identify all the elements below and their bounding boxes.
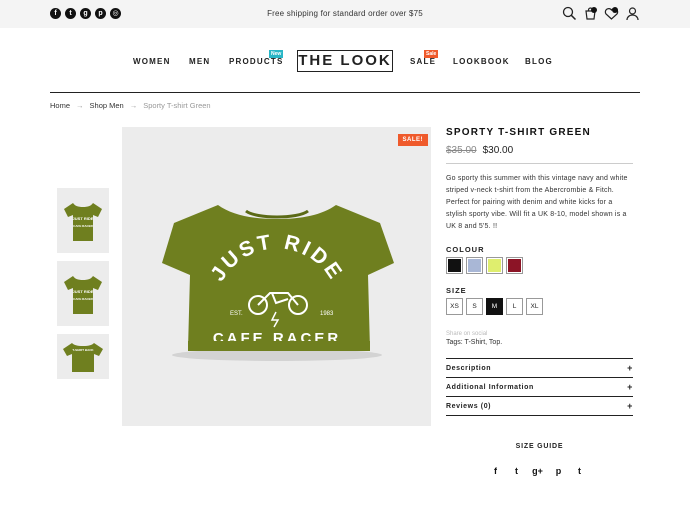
product-thumbnails: JUST RIDE CAFE RACER JUST RIDE CAFE RACE…	[57, 188, 109, 379]
colour-swatches	[446, 257, 633, 274]
size-xl[interactable]: XL	[526, 298, 543, 315]
breadcrumb: Home → Shop Men → Sporty T-shirt Green	[50, 101, 211, 110]
search-icon[interactable]	[562, 6, 577, 21]
thumbnail-folded[interactable]: JUST RIDE CAFE RACER	[57, 261, 109, 326]
faded-text: Share on social	[446, 331, 488, 337]
accordion-label: Description	[446, 364, 492, 372]
thumbnail-back[interactable]: T-SHIRT BACK	[57, 334, 109, 379]
cart-icon[interactable]	[583, 6, 598, 21]
colour-label: COLOUR	[446, 245, 485, 254]
product-main-image[interactable]: JUST RIDE EST. 1983 CAFE RACER SALE!	[122, 127, 431, 426]
svg-text:T-SHIRT BACK: T-SHIRT BACK	[72, 348, 94, 352]
plus-icon: +	[627, 363, 633, 373]
tshirt-image: JUST RIDE EST. 1983 CAFE RACER	[162, 205, 394, 361]
size-xs[interactable]: XS	[446, 298, 463, 315]
tshirt-front-image: JUST RIDE CAFE RACER	[64, 202, 102, 241]
sale-badge: SALE!	[397, 134, 428, 146]
accordion: Description + Additional Information + R…	[446, 358, 633, 416]
thumbnail-front[interactable]: JUST RIDE CAFE RACER	[57, 188, 109, 253]
nav-sale-label: SALE	[410, 57, 437, 66]
accordion-reviews[interactable]: Reviews (0) +	[446, 397, 633, 416]
plus-icon: +	[627, 401, 633, 411]
arrow-right-icon: →	[76, 101, 84, 110]
colour-swatch-black[interactable]	[446, 257, 463, 274]
size-options: XS S M L XL	[446, 298, 633, 315]
facebook-icon[interactable]: f	[490, 466, 501, 476]
svg-text:CAFE RACER: CAFE RACER	[73, 224, 94, 228]
price-block: $35.00 $30.00	[446, 145, 633, 156]
nav-blog[interactable]: BLOG	[525, 57, 553, 66]
pinterest-icon[interactable]: p	[553, 466, 564, 476]
breadcrumb-current: Sporty T-shirt Green	[143, 101, 211, 110]
plus-icon: +	[627, 382, 633, 392]
arrow-right-icon: →	[129, 101, 138, 110]
new-badge: New	[269, 50, 284, 58]
accordion-additional-information[interactable]: Additional Information +	[446, 378, 633, 397]
size-l[interactable]: L	[506, 298, 523, 315]
divider	[446, 163, 633, 164]
site-logo[interactable]: THE LOOK	[297, 50, 393, 72]
tshirt-folded-image: JUST RIDE CAFE RACER	[64, 275, 102, 314]
user-icon[interactable]	[625, 6, 640, 21]
nav-women[interactable]: WOMEN	[133, 57, 171, 66]
svg-text:1983: 1983	[320, 311, 334, 317]
colour-swatch-yellow[interactable]	[486, 257, 503, 274]
product-tags: Tags: T-Shirt, Top.	[446, 339, 503, 346]
nav-products[interactable]: PRODUCTS New	[229, 50, 284, 66]
svg-text:EST.: EST.	[230, 311, 243, 317]
size-s[interactable]: S	[466, 298, 483, 315]
colour-swatch-blue[interactable]	[466, 257, 483, 274]
top-bar: f t g p ◎ Free shipping for standard ord…	[0, 0, 690, 28]
accordion-label: Additional Information	[446, 383, 534, 391]
size-label: SIZE	[446, 286, 467, 295]
svg-text:JUST RIDE: JUST RIDE	[73, 216, 94, 221]
google-plus-icon[interactable]: g+	[532, 466, 543, 476]
accordion-label: Reviews (0)	[446, 402, 492, 410]
nav-lookbook[interactable]: LOOKBOOK	[453, 57, 510, 66]
header-icons	[562, 6, 640, 21]
size-guide-link[interactable]: SIZE GUIDE	[446, 443, 633, 450]
tshirt-back-image: T-SHIRT BACK	[63, 342, 103, 372]
svg-text:CAFE RACER: CAFE RACER	[73, 297, 94, 301]
nav-products-label: PRODUCTS	[229, 57, 284, 66]
tumblr-icon[interactable]: t	[574, 466, 585, 476]
divider	[50, 92, 640, 93]
share-links: f t g+ p t	[490, 466, 585, 476]
breadcrumb-home[interactable]: Home	[50, 101, 70, 110]
breadcrumb-shop-men[interactable]: Shop Men	[90, 101, 124, 110]
product-title: SPORTY T-SHIRT GREEN	[446, 127, 591, 138]
old-price: $35.00	[446, 145, 477, 156]
accordion-description[interactable]: Description +	[446, 359, 633, 378]
colour-swatch-red[interactable]	[506, 257, 523, 274]
product-description: Go sporty this summer with this vintage …	[446, 175, 628, 230]
nav-men[interactable]: MEN	[189, 57, 210, 66]
svg-text:JUST RIDE: JUST RIDE	[73, 289, 94, 294]
size-m[interactable]: M	[486, 298, 503, 315]
sale-nav-badge: Sale	[424, 50, 439, 58]
product-info: SPORTY T-SHIRT GREEN $35.00 $30.00 Go sp…	[446, 127, 633, 416]
main-nav: WOMEN MEN PRODUCTS New THE LOOK SALE Sal…	[0, 50, 690, 72]
current-price: $30.00	[482, 145, 514, 156]
wishlist-icon[interactable]	[604, 6, 619, 21]
nav-sale[interactable]: SALE Sale	[410, 50, 439, 66]
twitter-icon[interactable]: t	[511, 466, 522, 476]
